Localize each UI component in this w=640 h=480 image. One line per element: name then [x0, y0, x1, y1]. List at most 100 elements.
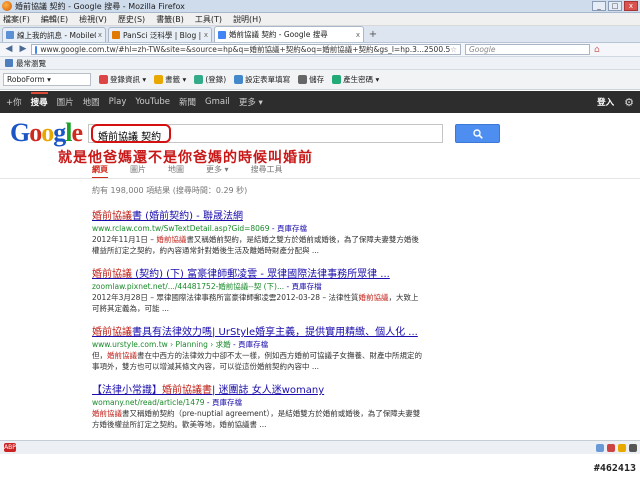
menu-view[interactable]: 檢視(V): [79, 14, 107, 25]
password-generator-icon: [332, 75, 342, 84]
roboform-menu[interactable]: RoboForm ▾: [3, 73, 91, 86]
menu-help[interactable]: 說明(H): [233, 14, 261, 25]
menu-bar: 檔案(F) 編輯(E) 檢視(V) 歷史(S) 書籤(B) 工具(T) 說明(H…: [0, 13, 640, 26]
result-type-tabs: 網頁 圖片 地圖 更多 ▾ 搜尋工具: [92, 164, 305, 179]
tab-google-search[interactable]: 婚前協議 契約 - Google 搜尋 x: [214, 26, 364, 42]
gbar-search[interactable]: 搜尋: [30, 92, 48, 108]
most-visited-bookmark[interactable]: 最常瀏覽: [16, 58, 46, 69]
toolbar-login[interactable]: (登錄): [194, 74, 226, 85]
google-logo[interactable]: Google: [10, 118, 83, 148]
status-bar: ABP: [0, 440, 640, 454]
sign-in-button[interactable]: 登入: [597, 96, 614, 108]
tab-images[interactable]: 圖片: [130, 164, 146, 179]
gear-icon[interactable]: ⚙: [624, 96, 634, 109]
roboform-label: RoboForm ▾: [7, 75, 51, 84]
gbar-images[interactable]: 圖片: [57, 96, 74, 108]
divider: [0, 178, 640, 179]
menu-edit[interactable]: 編輯(E): [41, 14, 68, 25]
toolbar-bookmarks[interactable]: 書籤 ▾: [154, 74, 186, 85]
search-result: 【法律小常識】婚前協議書| 迷團誌 女人迷womany womany.net/r…: [92, 381, 422, 430]
tab-label: PanSci 泛科學 | Blog | 比爾蓋茲的廚...: [123, 30, 202, 40]
window-titlebar: 婚前協議 契約 - Google 搜尋 - Mozilla Firefox _ …: [0, 0, 640, 13]
toolbar-item-label: 產生密碼 ▾: [343, 75, 380, 84]
close-button[interactable]: x: [624, 1, 638, 11]
mobile01-favicon-icon: [6, 31, 14, 39]
menu-tools[interactable]: 工具(T): [195, 14, 222, 25]
status-icons: [596, 443, 640, 452]
tab-mobile01[interactable]: 線上我的訊息 - Mobile01 x: [2, 27, 106, 42]
result-title-link[interactable]: 【法律小常識】婚前協議書| 迷團誌 女人迷womany: [92, 381, 422, 396]
result-url: www.rclaw.com.tw/SwTextDetail.asp?Gid=80…: [92, 224, 307, 233]
tab-search-tools[interactable]: 搜尋工具: [251, 164, 283, 179]
search-icon: [472, 128, 483, 139]
search-input[interactable]: 婚前協議 契約: [88, 124, 443, 143]
address-bar[interactable]: www.google.com.tw/#hl=zh-TW&site=&source…: [31, 44, 461, 55]
bookmark-folder-icon: [5, 59, 13, 67]
cache-link[interactable]: - 頁庫存檔: [269, 224, 307, 233]
adblock-icon[interactable]: ABP: [4, 443, 16, 452]
toolbar-save[interactable]: 儲存: [298, 74, 324, 85]
toolbar-logins[interactable]: 登錄資訊 ▾: [99, 74, 146, 85]
minimize-button[interactable]: _: [592, 1, 606, 11]
tab-close-icon[interactable]: x: [98, 31, 102, 39]
back-button[interactable]: ◀: [3, 44, 15, 55]
menu-bookmarks[interactable]: 書籤(B): [156, 14, 184, 25]
result-title-link[interactable]: 婚前協議 (契約) (下) 富豪律師郵凌雲 - 眾律國際法律事務所眾律 ...: [92, 265, 422, 280]
result-snippet: 2012年11月1日 – 婚前協議書又稱婚前契約，是結婚之雙方於婚前或婚後，為了…: [92, 235, 419, 255]
result-title-link[interactable]: 婚前協議書具有法律效力嗎| UrStyle婚享主義，提供實用精緻、個人化 ...: [92, 323, 422, 338]
result-url: womany.net/read/article/1479 - 頁庫存檔: [92, 398, 243, 407]
result-url: www.urstyle.com.tw › Planning › 求婚 - 頁庫存…: [92, 340, 269, 349]
addon-icon[interactable]: [629, 443, 637, 452]
cache-link[interactable]: - 頁庫存檔: [284, 282, 321, 291]
tab-maps[interactable]: 地圖: [168, 164, 184, 179]
gbar-gmail[interactable]: Gmail: [205, 97, 230, 107]
cache-link[interactable]: - 頁庫存檔: [231, 340, 268, 349]
tab-close-icon[interactable]: x: [204, 31, 208, 39]
image-id-watermark: #462413: [593, 463, 636, 474]
window-title: 婚前協議 契約 - Google 搜尋 - Mozilla Firefox: [15, 1, 185, 11]
addon-icon[interactable]: [607, 443, 615, 452]
menu-file[interactable]: 檔案(F): [3, 14, 30, 25]
tab-web[interactable]: 網頁: [92, 164, 108, 179]
tab-pansci[interactable]: PanSci 泛科學 | Blog | 比爾蓋茲的廚... x: [108, 27, 212, 42]
gbar-more[interactable]: 更多 ▾: [239, 96, 263, 108]
logins-icon: [99, 75, 108, 84]
site-identity-icon: [35, 45, 38, 54]
browser-search-box[interactable]: Google: [465, 44, 590, 55]
maximize-button[interactable]: □: [608, 1, 622, 11]
tab-bar: 線上我的訊息 - Mobile01 x PanSci 泛科學 | Blog | …: [0, 26, 640, 43]
toolbar-item-label: 登錄資訊 ▾: [110, 75, 147, 84]
tab-close-icon[interactable]: x: [356, 31, 360, 39]
addon-icon[interactable]: [596, 443, 604, 452]
toolbar-generate-password[interactable]: 產生密碼 ▾: [332, 74, 379, 85]
home-icon[interactable]: ⌂: [594, 45, 600, 55]
save-icon: [298, 75, 308, 84]
addon-icon[interactable]: [618, 443, 626, 452]
search-button[interactable]: [455, 124, 500, 143]
toolbar-fill-forms[interactable]: 設定表單填寫: [234, 74, 290, 85]
cache-link[interactable]: - 頁庫存檔: [205, 398, 242, 407]
gbar-plus-you[interactable]: +你: [6, 96, 22, 108]
toolbar-item-label: (登錄): [205, 75, 227, 84]
search-result: 婚前協議書具有法律效力嗎| UrStyle婚享主義，提供實用精緻、個人化 ...…: [92, 323, 422, 372]
search-result: 婚前協議書 (婚前契約) - 聯晟法網 www.rclaw.com.tw/SwT…: [92, 207, 422, 256]
search-result: 婚前協議 (契約) (下) 富豪律師郵凌雲 - 眾律國際法律事務所眾律 ... …: [92, 265, 422, 314]
menu-history[interactable]: 歷史(S): [118, 14, 145, 25]
result-title-link[interactable]: 婚前協議書 (婚前契約) - 聯晟法網: [92, 207, 422, 222]
bookmark-star-icon[interactable]: ☆: [450, 45, 457, 54]
result-snippet: 婚前協議書又稱婚前契約（pre-nuptial agreement），是結婚雙方…: [92, 409, 421, 429]
roboform-toolbar: RoboForm ▾ 登錄資訊 ▾ 書籤 ▾ (登錄) 設定表單填寫 儲存 產生…: [0, 70, 640, 90]
login-icon: [194, 75, 204, 84]
tab-label: 線上我的訊息 - Mobile01: [17, 30, 96, 40]
address-text: www.google.com.tw/#hl=zh-TW&site=&source…: [40, 45, 451, 54]
gbar-play[interactable]: Play: [109, 97, 127, 107]
gbar-news[interactable]: 新聞: [179, 96, 196, 108]
search-engine-label: Google: [469, 45, 496, 54]
new-tab-button[interactable]: +: [366, 29, 380, 42]
navigation-bar: ◀ ▶ www.google.com.tw/#hl=zh-TW&site=&so…: [0, 43, 640, 57]
tab-more[interactable]: 更多 ▾: [206, 164, 229, 179]
gbar-youtube[interactable]: YouTube: [135, 97, 170, 107]
gbar-maps[interactable]: 地圖: [83, 96, 100, 108]
forward-button[interactable]: ▶: [17, 44, 29, 55]
result-snippet: 2012年3月28日 – 眾律國際法律事務所富豪律師郵凌雲2012-03-28 …: [92, 293, 419, 313]
